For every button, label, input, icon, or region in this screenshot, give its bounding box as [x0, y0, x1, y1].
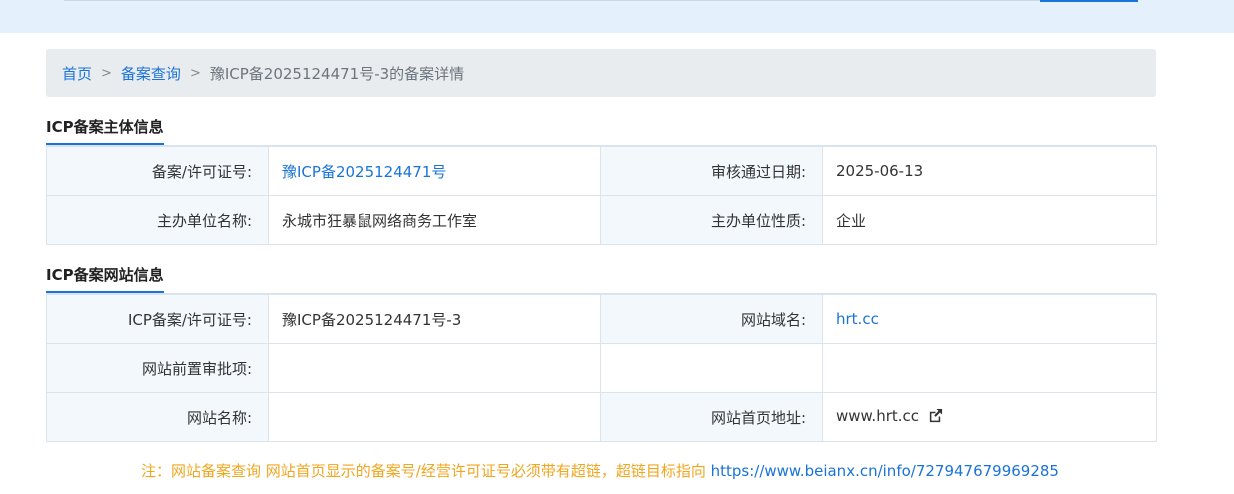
pre-approval-label: 网站前置审批项:	[46, 343, 269, 393]
site-domain-label: 网站域名:	[600, 294, 823, 344]
breadcrumb: 首页 > 备案查询 > 豫ICP备2025124471号-3的备案详情	[46, 49, 1156, 97]
table-row: 网站前置审批项:	[46, 343, 1157, 393]
top-search-band	[0, 0, 1234, 33]
breadcrumb-separator: >	[101, 65, 112, 81]
site-section-title: ICP备案网站信息	[46, 264, 164, 293]
license-number-value: 豫ICP备2025124471号	[268, 146, 601, 196]
table-row: ICP备案/许可证号: 豫ICP备2025124471号-3 网站域名: hrt…	[46, 294, 1157, 344]
organizer-type-label: 主办单位性质:	[600, 195, 823, 245]
site-domain-link[interactable]: hrt.cc	[836, 310, 879, 328]
search-input[interactable]	[64, 0, 1138, 1]
entity-info-table: 备案/许可证号: 豫ICP备2025124471号 审核通过日期: 2025-0…	[46, 146, 1157, 245]
homepage-url-label: 网站首页地址:	[600, 392, 823, 442]
license-number-label: 备案/许可证号:	[46, 146, 269, 196]
homepage-url-text: www.hrt.cc	[836, 407, 920, 425]
note-text: 注：网站备案查询 网站首页显示的备案号/经营许可证号必须带有超链，超链目标指向	[141, 462, 711, 480]
external-link-icon[interactable]	[928, 408, 943, 427]
organizer-name-value: 永城市狂暴鼠网络商务工作室	[268, 195, 601, 245]
breadcrumb-separator: >	[189, 65, 201, 81]
breadcrumb-current: 豫ICP备2025124471号-3的备案详情	[209, 64, 465, 83]
entity-section-title: ICP备案主体信息	[46, 116, 164, 145]
approval-date-label: 审核通过日期:	[600, 146, 823, 196]
site-info-table: ICP备案/许可证号: 豫ICP备2025124471号-3 网站域名: hrt…	[46, 294, 1157, 442]
breadcrumb-home-link[interactable]: 首页	[62, 63, 92, 84]
site-domain-value: hrt.cc	[822, 294, 1157, 344]
license-number-link[interactable]: 豫ICP备2025124471号	[282, 163, 446, 181]
homepage-url-value: www.hrt.cc	[822, 392, 1157, 442]
breadcrumb-query-link[interactable]: 备案查询	[121, 63, 181, 84]
site-license-value: 豫ICP备2025124471号-3	[268, 294, 601, 344]
approval-date-value: 2025-06-13	[822, 146, 1157, 196]
empty-cell	[600, 343, 823, 393]
search-button[interactable]	[1040, 0, 1138, 2]
organizer-type-value: 企业	[822, 195, 1157, 245]
table-row: 网站名称: 网站首页地址: www.hrt.cc	[46, 392, 1157, 442]
note-link[interactable]: https://www.beianx.cn/info/7279476799692…	[711, 462, 1059, 480]
table-row: 主办单位名称: 永城市狂暴鼠网络商务工作室 主办单位性质: 企业	[46, 195, 1157, 245]
hyperlink-note: 注：网站备案查询 网站首页显示的备案号/经营许可证号必须带有超链，超链目标指向 …	[0, 460, 1200, 481]
site-name-label: 网站名称:	[46, 392, 269, 442]
site-name-value	[268, 392, 601, 442]
organizer-name-label: 主办单位名称:	[46, 195, 269, 245]
site-license-label: ICP备案/许可证号:	[46, 294, 269, 344]
empty-cell	[822, 343, 1157, 393]
pre-approval-value	[268, 343, 601, 393]
table-row: 备案/许可证号: 豫ICP备2025124471号 审核通过日期: 2025-0…	[46, 146, 1157, 196]
